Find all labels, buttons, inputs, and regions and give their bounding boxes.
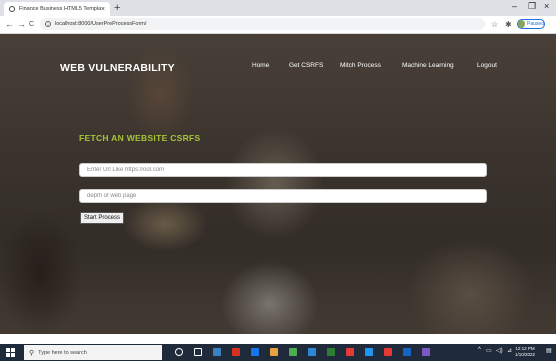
close-window-button[interactable]: × (544, 1, 549, 11)
minimize-button[interactable]: – (512, 1, 517, 11)
network-icon[interactable]: ▭ (486, 347, 492, 354)
outlook-icon[interactable] (308, 348, 316, 356)
form-heading: FETCH AN WEBSITE CSRFS (79, 133, 201, 143)
folder-icon[interactable] (270, 348, 278, 356)
language-icon[interactable]: ⊿ (507, 347, 512, 354)
vscode-icon[interactable] (403, 348, 411, 356)
excel-icon[interactable] (289, 348, 297, 356)
globe-icon (9, 6, 15, 12)
windows-start-icon[interactable] (6, 348, 15, 357)
url-input[interactable] (79, 163, 487, 177)
chrome-icon[interactable] (232, 348, 240, 356)
forward-button[interactable]: → (17, 19, 26, 29)
taskbar: ⚲ Type here to search ^ ▭ ◁) ⊿ 12:12 PM … (0, 344, 556, 361)
start-process-button[interactable]: Start Process (80, 212, 125, 224)
extensions-icon[interactable]: ✱ (505, 20, 512, 29)
avatar (518, 20, 526, 28)
acrobat-icon[interactable] (384, 348, 392, 356)
volume-icon[interactable]: ◁) (496, 347, 503, 354)
taskbar-search[interactable]: ⚲ Type here to search (24, 345, 162, 360)
browser-toolbar: ← → C i localhost:8000/UserPreProcessFor… (0, 16, 556, 34)
store-icon[interactable] (365, 348, 373, 356)
reload-button[interactable]: C (29, 20, 34, 30)
page-footer-gap (0, 334, 556, 344)
media-icon[interactable] (251, 348, 259, 356)
sheets-icon[interactable] (327, 348, 335, 356)
app-red-icon[interactable] (346, 348, 354, 356)
profile-button[interactable]: Paused (517, 19, 545, 29)
taskbar-search-placeholder: Type here to search (38, 349, 87, 356)
file-explorer-icon[interactable] (213, 348, 221, 356)
notifications-icon[interactable]: ▤ (546, 347, 552, 354)
info-icon: i (45, 21, 51, 27)
taskbar-clock[interactable]: 12:12 PM 1/10/2022 (515, 346, 535, 358)
tab-close-icon[interactable]: × (101, 6, 105, 13)
maximize-button[interactable]: ❐ (528, 1, 536, 12)
search-icon: ⚲ (29, 349, 35, 357)
visual-studio-icon[interactable] (422, 348, 430, 356)
tab-title: Finance Business HTML5 Templa (19, 6, 101, 12)
clock-date: 1/10/2022 (515, 352, 536, 357)
browser-tab[interactable]: Finance Business HTML5 Templa × (4, 2, 110, 16)
cortana-icon[interactable] (175, 348, 183, 356)
star-icon[interactable]: ☆ (491, 20, 498, 29)
browser-tab-strip: Finance Business HTML5 Templa × + – ❐ × (0, 0, 556, 16)
task-view-icon[interactable] (194, 348, 202, 356)
hero-section: WEB VULNERABILITY Home Get CSRFS Mitch P… (0, 34, 556, 334)
url-text: localhost:8000/UserPreProcessForm/ (55, 21, 147, 27)
address-bar[interactable]: i localhost:8000/UserPreProcessForm/ (40, 18, 485, 30)
profile-status: Paused (527, 21, 544, 27)
depth-input[interactable] (79, 189, 487, 203)
new-tab-button[interactable]: + (114, 2, 120, 14)
tray-chevron-icon[interactable]: ^ (478, 347, 481, 353)
back-button[interactable]: ← (5, 19, 14, 29)
csrf-form: FETCH AN WEBSITE CSRFS Start Process (0, 34, 556, 334)
